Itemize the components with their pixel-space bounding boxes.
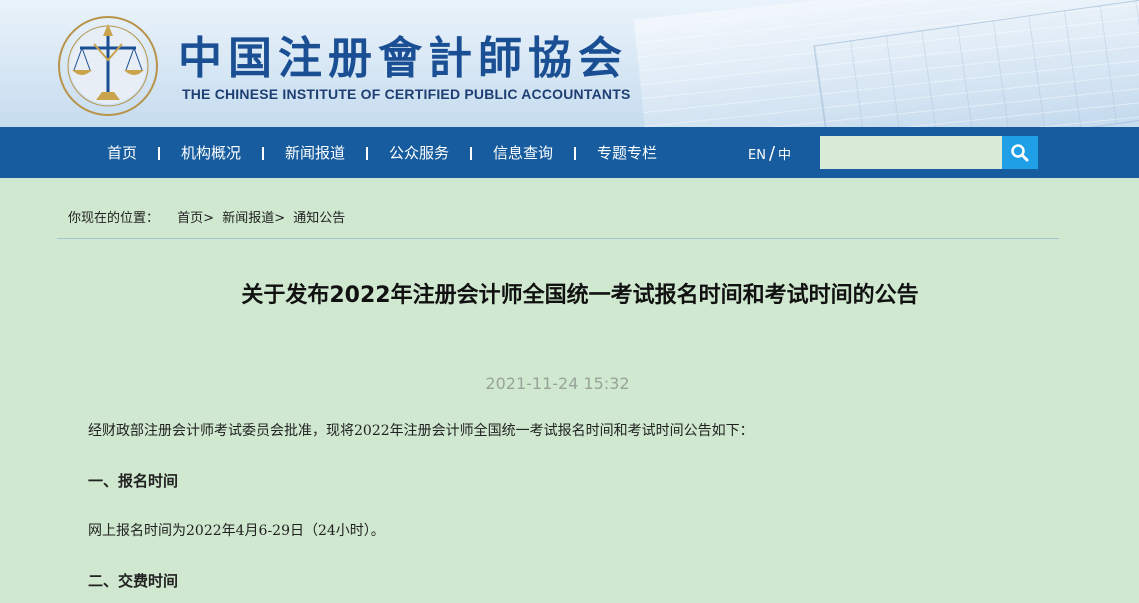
- nav-separator: [158, 147, 160, 160]
- language-switcher: EN / 中: [748, 127, 791, 178]
- lang-separator: /: [768, 143, 776, 164]
- lang-cn-link[interactable]: 中: [778, 148, 791, 163]
- site-header: 中国注册會計師協会 THE CHINESE INSTITUTE OF CERTI…: [0, 0, 1139, 127]
- nav-item-special-topics[interactable]: 专题专栏: [597, 127, 657, 178]
- nav-item-about[interactable]: 机构概况: [181, 127, 241, 178]
- section-heading-registration: 一、报名时间: [88, 472, 179, 490]
- article-title: 关于发布2022年注册会计师全国统一考试报名时间和考试时间的公告: [241, 283, 919, 308]
- nav-item-info-query[interactable]: 信息查询: [493, 127, 553, 178]
- nav-separator: [366, 147, 368, 160]
- search-icon: [1011, 143, 1029, 161]
- cicpa-scales-logo-icon[interactable]: [56, 14, 160, 118]
- nav-separator: [470, 147, 472, 160]
- site-title-cn[interactable]: 中国注册會計師協会: [178, 22, 628, 86]
- search-button[interactable]: [1002, 136, 1038, 169]
- nav-item-home[interactable]: 首页: [107, 127, 137, 178]
- search-input[interactable]: [820, 136, 1002, 169]
- breadcrumb-news[interactable]: 新闻报道>: [222, 211, 285, 226]
- section-text-registration: 网上报名时间为2022年4月6-29日（24小时）。: [88, 523, 385, 539]
- lang-en-link[interactable]: EN: [748, 148, 766, 163]
- article-intro: 经财政部注册会计师考试委员会批准，现将2022年注册会计师全国统一考试报名时间和…: [88, 423, 754, 439]
- nav-separator: [574, 147, 576, 160]
- nav-separator: [262, 147, 264, 160]
- article-date-wrap: 2021-11-24 15:32: [0, 374, 1139, 393]
- breadcrumb: 你现在的位置： 首页> 新闻报道> 通知公告: [68, 207, 349, 226]
- breadcrumb-home[interactable]: 首页>: [177, 211, 214, 226]
- nav-item-news[interactable]: 新闻报道: [285, 127, 345, 178]
- breadcrumb-notices[interactable]: 通知公告: [293, 211, 345, 226]
- section-heading-payment: 二、交费时间: [88, 572, 179, 590]
- article-date: 2021-11-24 15:32: [485, 374, 630, 393]
- breadcrumb-lead: 你现在的位置：: [68, 211, 160, 226]
- breadcrumb-divider: [57, 238, 1059, 239]
- site-title-en[interactable]: THE CHINESE INSTITUTE OF CERTIFIED PUBLI…: [182, 86, 631, 102]
- nav-item-public-service[interactable]: 公众服务: [389, 127, 449, 178]
